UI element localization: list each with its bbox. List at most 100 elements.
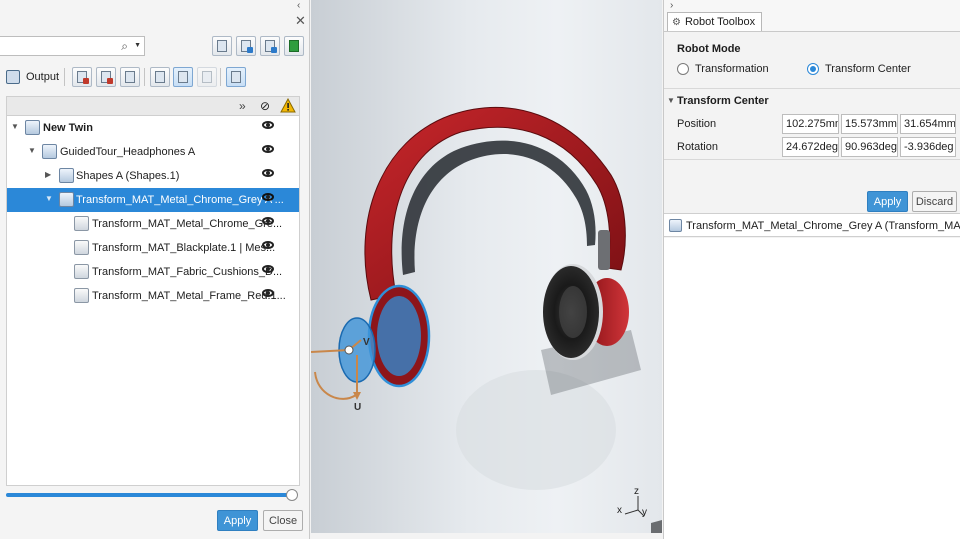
3d-viewport[interactable]: V U z x y — [311, 0, 662, 533]
output-label: Output — [26, 71, 60, 83]
tree-view: ▼ New Twin ▼ GuidedTour_Headphones A ▶ S… — [6, 116, 300, 486]
output-button[interactable]: Output — [6, 66, 59, 88]
position-x-field[interactable]: 102.275mm — [782, 114, 839, 134]
rotation-y-field[interactable]: 90.963deg — [841, 137, 898, 157]
robot-toolbox-icon: ⚙ — [672, 16, 681, 28]
triad-y-label: y — [642, 507, 647, 518]
tree-row-label: Transform_MAT_Blackplate.1 | Mes... — [92, 242, 276, 254]
eye-icon[interactable] — [262, 241, 274, 249]
expand-arrow-icon[interactable]: ▼ — [11, 122, 19, 131]
v-axis-label: V — [363, 337, 370, 348]
rotation-z-field[interactable]: -3.936deg — [900, 137, 956, 157]
tree-row[interactable]: ▶ Shapes A (Shapes.1) — [7, 164, 299, 188]
tree-header: » ⊘ — [6, 96, 300, 116]
divider — [664, 159, 960, 160]
robot-toolbox-panel: Robot Mode Transformation Transform Cent… — [664, 31, 960, 239]
tree-tool-5[interactable] — [173, 67, 193, 87]
eye-icon[interactable] — [262, 193, 274, 201]
toolbar-button-3[interactable] — [260, 36, 280, 56]
chevron-down-icon[interactable]: ▼ — [134, 42, 141, 49]
rotation-x-field[interactable]: 24.672deg — [782, 137, 839, 157]
apply-button[interactable]: Apply — [867, 191, 908, 212]
radio-label: Transformation — [695, 63, 769, 75]
radio-circle — [677, 63, 689, 75]
tree-tool-6[interactable] — [197, 67, 217, 87]
separator — [220, 68, 221, 86]
part-icon — [74, 216, 89, 231]
position-label: Position — [677, 118, 717, 130]
tree-row[interactable]: Transform_MAT_Blackplate.1 | Mes... — [7, 236, 299, 260]
expand-arrow-icon[interactable]: ▼ — [45, 194, 53, 203]
radio-transform-center[interactable]: Transform Center — [807, 63, 911, 75]
slider-thumb[interactable] — [286, 489, 298, 501]
tab-robot-toolbox[interactable]: ⚙ Robot Toolbox — [667, 12, 763, 31]
tree-row-label: Transform_MAT_Metal_Chrome_Grey A ... — [76, 194, 284, 206]
eye-icon[interactable] — [262, 217, 274, 225]
eye-icon[interactable] — [262, 145, 274, 153]
tree-row[interactable]: ▼ GuidedTour_Headphones A — [7, 140, 299, 164]
position-z-field[interactable]: 31.654mm — [900, 114, 956, 134]
right-panel-blank-area — [664, 238, 960, 539]
tree-row-selected[interactable]: ▼ Transform_MAT_Metal_Chrome_Grey A ... — [7, 188, 299, 212]
tree-row-label: New Twin — [43, 122, 93, 134]
radio-label: Transform Center — [825, 63, 911, 75]
expand-arrow-icon[interactable]: ▼ — [28, 146, 36, 155]
toolbar-button-2[interactable] — [236, 36, 256, 56]
eye-icon[interactable] — [262, 265, 274, 273]
triad-x-label: x — [617, 505, 622, 516]
section-collapse-icon[interactable]: ▼ — [667, 96, 675, 105]
double-chevron-right-icon[interactable]: » — [239, 99, 246, 113]
transform-center-heading: Transform Center — [677, 95, 769, 107]
u-axis-label: U — [354, 402, 362, 413]
product-icon — [42, 144, 57, 159]
part-icon — [74, 264, 89, 279]
toolbar-button-4[interactable] — [284, 36, 304, 56]
search-input[interactable]: ⌕ ▼ — [0, 36, 145, 56]
apply-button[interactable]: Apply — [217, 510, 258, 531]
tree-slider[interactable] — [6, 489, 300, 501]
position-y-field[interactable]: 15.573mm — [841, 114, 898, 134]
tree-tool-4[interactable] — [150, 67, 170, 87]
hide-icon[interactable]: ⊘ — [260, 99, 270, 113]
warning-icon[interactable] — [280, 98, 296, 113]
tree-row[interactable]: Transform_MAT_Fabric_Cushions_D... — [7, 260, 299, 284]
eye-icon[interactable] — [262, 289, 274, 297]
tab-label: Robot Toolbox — [684, 16, 756, 28]
separator — [64, 68, 65, 86]
collapse-arrow-icon[interactable]: ▶ — [45, 170, 51, 179]
tree-row-label: GuidedTour_Headphones A — [60, 146, 196, 158]
tree-row-label: Transform_MAT_Fabric_Cushions_D... — [92, 266, 283, 278]
right-panel: › ⚙ Robot Toolbox Robot Mode Transformat… — [663, 0, 960, 539]
collapse-left-icon[interactable]: ‹ — [297, 0, 300, 11]
tree-row-label: Transform_MAT_Metal_Frame_Red.1... — [92, 290, 286, 302]
toolbar-button-1[interactable] — [212, 36, 232, 56]
close-icon[interactable]: ✕ — [295, 14, 306, 27]
tree-tool-2[interactable] — [96, 67, 116, 87]
left-panel: ‹ ✕ ⌕ ▼ Output » ⊘ ▼ New Twin ▼ GuidedTo… — [0, 0, 310, 539]
triad-z-label: z — [634, 486, 639, 497]
tree-row[interactable]: Transform_MAT_Metal_Chrome_Gre... — [7, 212, 299, 236]
product-icon — [59, 192, 74, 207]
robot-tool[interactable] — [226, 67, 246, 87]
radio-transformation[interactable]: Transformation — [677, 63, 769, 75]
radio-circle-selected — [807, 63, 819, 75]
tree-row[interactable]: ▼ New Twin — [7, 116, 299, 140]
selected-item-row[interactable]: Transform_MAT_Metal_Chrome_Grey A (Trans… — [664, 213, 960, 237]
tree-row-label: Transform_MAT_Metal_Chrome_Gre... — [92, 218, 283, 230]
twin-icon — [25, 120, 40, 135]
product-icon — [669, 219, 682, 232]
tree-tool-1[interactable] — [72, 67, 92, 87]
close-button[interactable]: Close — [263, 510, 303, 531]
discard-button[interactable]: Discard — [912, 191, 957, 212]
eye-icon[interactable] — [262, 169, 274, 177]
divider — [664, 88, 960, 89]
eye-icon[interactable] — [262, 121, 274, 129]
separator — [144, 68, 145, 86]
headphones-model[interactable] — [311, 0, 662, 533]
collapse-right-icon[interactable]: › — [670, 0, 673, 11]
slider-track — [6, 493, 292, 497]
search-icon[interactable]: ⌕ — [121, 39, 128, 54]
tree-row[interactable]: Transform_MAT_Metal_Frame_Red.1... — [7, 284, 299, 308]
tree-tool-3[interactable] — [120, 67, 140, 87]
robot-mode-heading: Robot Mode — [677, 43, 741, 55]
